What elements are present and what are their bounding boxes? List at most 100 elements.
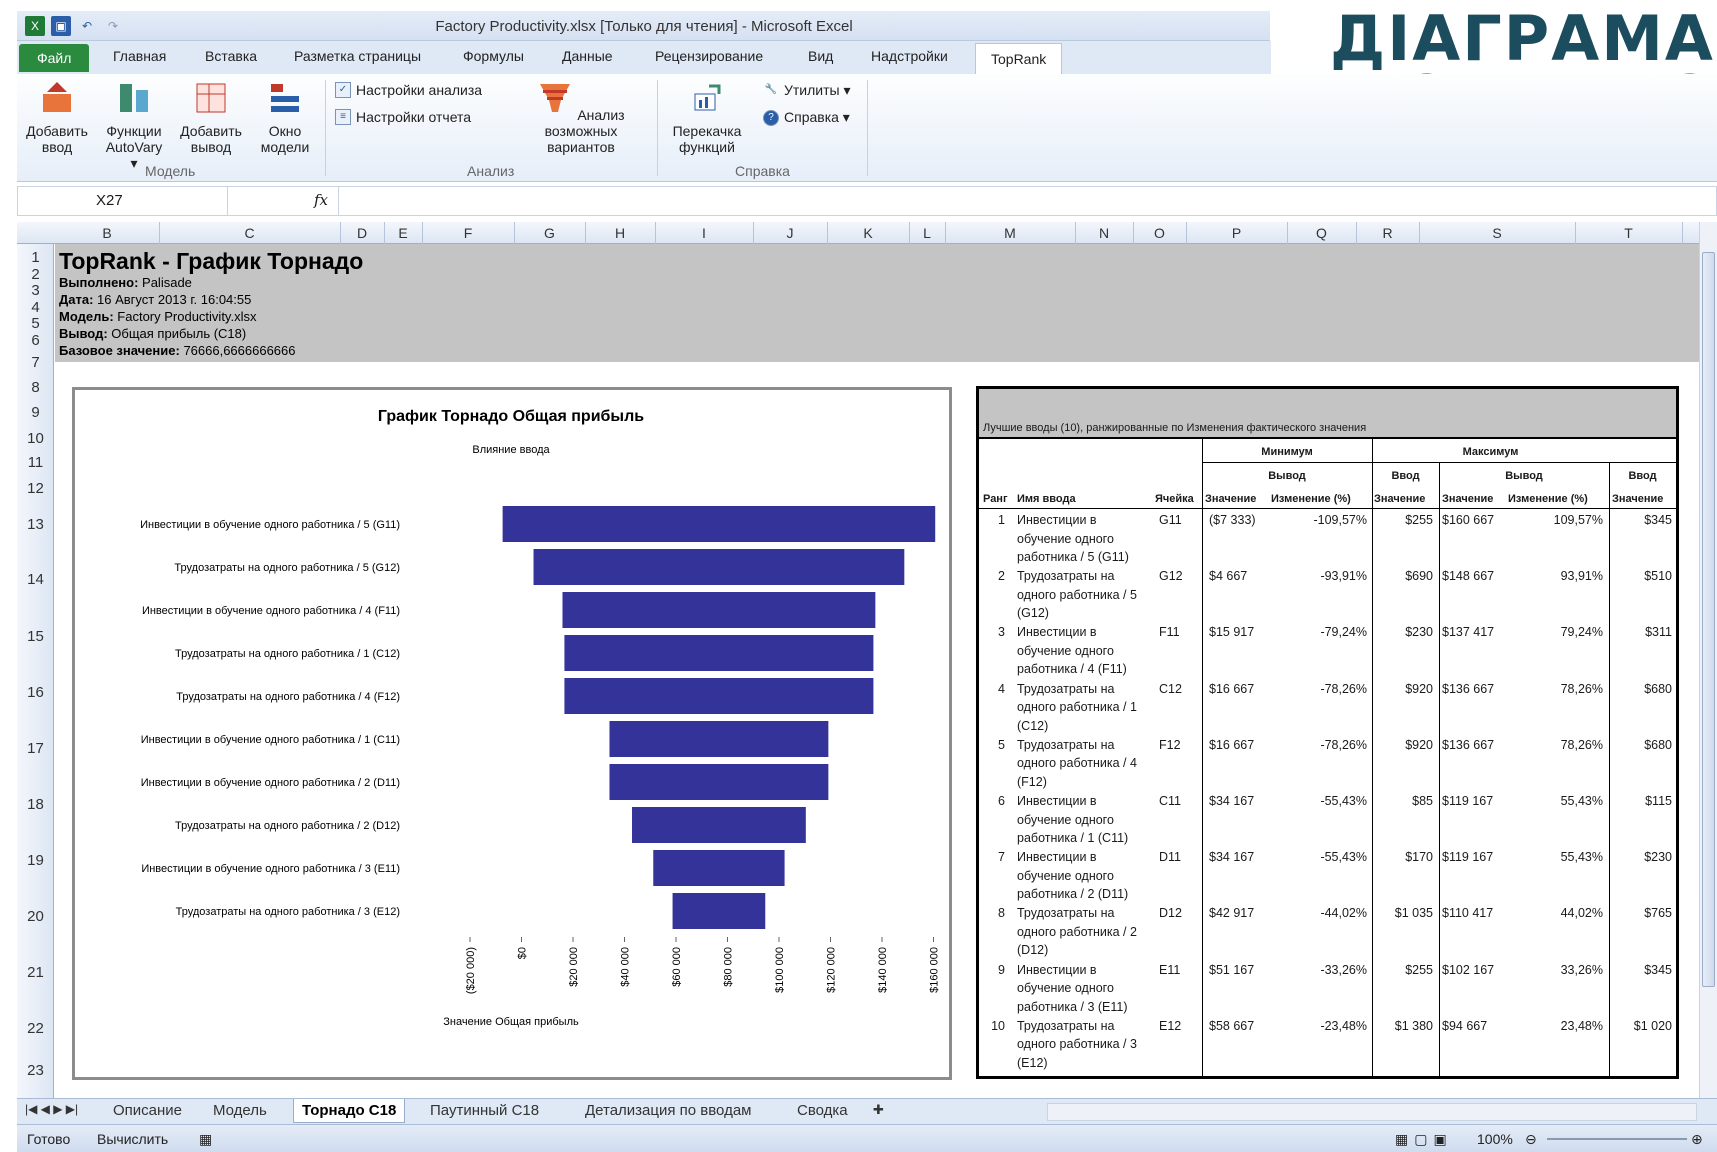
row-header-13[interactable]: 13 — [17, 516, 54, 533]
row-header-9[interactable]: 9 — [17, 404, 54, 421]
row-header-1[interactable]: 1 — [17, 249, 54, 266]
tab-home[interactable]: Главная — [113, 48, 166, 64]
tornado-bar[interactable] — [533, 549, 905, 585]
row-header-6[interactable]: 6 — [17, 332, 54, 349]
sheet-tab-input-detail[interactable]: Детализация по вводам — [585, 1102, 751, 1119]
table-caption: Лучшие вводы (10), ранжированные по Изме… — [983, 422, 1367, 434]
row-header-7[interactable]: 7 — [17, 354, 54, 371]
tornado-bar[interactable] — [609, 764, 829, 800]
zoom-out-icon[interactable]: ⊖ — [1525, 1131, 1537, 1148]
row-header-8[interactable]: 8 — [17, 379, 54, 396]
add-input-button[interactable]: Добавить ввод — [21, 80, 93, 155]
column-header-k[interactable]: K — [827, 225, 909, 241]
name-box[interactable]: X27 — [18, 187, 228, 215]
table-row: 4 Трудозатраты на одного работника / 1 (C… — [979, 680, 1676, 736]
row-header-14[interactable]: 14 — [17, 571, 54, 588]
tornado-bar[interactable] — [653, 850, 785, 886]
help-button[interactable]: ? Справка ▾ — [763, 109, 850, 126]
row-header-21[interactable]: 21 — [17, 964, 54, 981]
column-header-c[interactable]: C — [159, 225, 340, 241]
tornado-bar[interactable] — [609, 721, 829, 757]
tab-page-layout[interactable]: Разметка страницы — [294, 48, 421, 64]
tab-view[interactable]: Вид — [808, 48, 833, 64]
column-header-o[interactable]: O — [1133, 225, 1186, 241]
column-header-j[interactable]: J — [753, 225, 827, 241]
row-header-2[interactable]: 2 — [17, 266, 54, 283]
row-header-3[interactable]: 3 — [17, 282, 54, 299]
row-header-16[interactable]: 16 — [17, 684, 54, 701]
tab-data[interactable]: Данные — [562, 48, 613, 64]
sheet-tab-spider[interactable]: Паутинный C18 — [430, 1102, 539, 1119]
macro-record-icon[interactable]: ▦ — [199, 1131, 212, 1148]
tornado-bar[interactable] — [632, 807, 806, 843]
header-min-input-value: Значение — [1374, 493, 1426, 505]
tornado-bar[interactable] — [564, 678, 874, 714]
insert-sheet-icon[interactable]: ✚ — [873, 1102, 884, 1118]
tab-file[interactable]: Файл — [19, 44, 90, 72]
group-separator — [867, 80, 868, 176]
column-header-d[interactable]: D — [340, 225, 384, 241]
row-header-11[interactable]: 11 — [17, 454, 54, 471]
view-buttons[interactable]: ▦▢▣ — [1395, 1131, 1453, 1148]
column-header-s[interactable]: S — [1419, 225, 1575, 241]
column-header-n[interactable]: N — [1075, 225, 1133, 241]
zoom-in-icon[interactable]: ⊕ — [1691, 1131, 1703, 1148]
column-header-h[interactable]: H — [585, 225, 655, 241]
column-header-g[interactable]: G — [514, 225, 585, 241]
zoom-slider[interactable] — [1547, 1138, 1687, 1140]
report-settings-button[interactable]: ≡ Настройки отчета — [335, 109, 471, 125]
row-header-4[interactable]: 4 — [17, 299, 54, 316]
tornado-bar[interactable] — [672, 893, 766, 929]
row-header-18[interactable]: 18 — [17, 796, 54, 813]
row-header-12[interactable]: 12 — [17, 480, 54, 497]
zoom-level[interactable]: 100% — [1477, 1131, 1513, 1147]
column-header-i[interactable]: I — [655, 225, 753, 241]
row-header-19[interactable]: 19 — [17, 852, 54, 869]
autovary-button[interactable]: Функции AutoVary ▾ — [101, 80, 167, 171]
column-header-m[interactable]: M — [945, 225, 1075, 241]
column-divider[interactable] — [1682, 222, 1683, 244]
tab-addins[interactable]: Надстройки — [871, 48, 948, 64]
tornado-chart[interactable]: График Торнадо Общая прибыль Влияние вво… — [72, 387, 952, 1080]
tab-formulas[interactable]: Формулы — [463, 48, 524, 64]
column-header-l[interactable]: L — [909, 225, 945, 241]
vertical-scroll-thumb[interactable] — [1702, 252, 1715, 987]
utilities-button[interactable]: 🔧 Утилиты ▾ — [763, 82, 851, 99]
add-output-button[interactable]: Добавить вывод — [175, 80, 247, 155]
sheet-tab-summary[interactable]: Сводка — [797, 1102, 848, 1119]
column-header-p[interactable]: P — [1186, 225, 1287, 241]
fx-icon[interactable]: fx — [314, 191, 328, 209]
sheet-tab-description[interactable]: Описание — [113, 1102, 182, 1119]
row-header-23[interactable]: 23 — [17, 1062, 54, 1079]
tornado-bar[interactable] — [564, 635, 874, 671]
horizontal-scrollbar[interactable] — [1047, 1103, 1697, 1121]
tornado-bar[interactable] — [562, 592, 876, 628]
row-header-15[interactable]: 15 — [17, 628, 54, 645]
tab-toprank[interactable]: TopRank — [975, 43, 1063, 74]
row-header-10[interactable]: 10 — [17, 430, 54, 447]
column-header-q[interactable]: Q — [1287, 225, 1356, 241]
column-header-t[interactable]: T — [1575, 225, 1682, 241]
column-header-r[interactable]: R — [1356, 225, 1419, 241]
tab-review[interactable]: Рецензирование — [655, 48, 763, 64]
sheet-nav-arrows[interactable]: |◀ ◀ ▶ ▶| — [25, 1102, 78, 1116]
table-row: 5 Трудозатраты на одного работника / 4 (F… — [979, 736, 1676, 792]
model-window-button[interactable]: Окно модели — [257, 80, 313, 155]
tornado-bar[interactable] — [502, 506, 936, 542]
row-header-5[interactable]: 5 — [17, 315, 54, 332]
row-header-20[interactable]: 20 — [17, 908, 54, 925]
column-header-e[interactable]: E — [384, 225, 422, 241]
status-calculate[interactable]: Вычислить — [97, 1131, 168, 1147]
what-if-button[interactable]: Анализ возможных вариантов — [511, 80, 651, 155]
tab-insert[interactable]: Вставка — [205, 48, 257, 64]
swap-functions-button[interactable]: Перекачка функций — [665, 80, 749, 155]
row-header-22[interactable]: 22 — [17, 1020, 54, 1037]
sheet-tab-tornado[interactable]: Торнадо C18 — [293, 1099, 406, 1123]
vertical-scrollbar[interactable] — [1699, 222, 1717, 1098]
analysis-settings-button[interactable]: ✓ Настройки анализа — [335, 82, 482, 98]
sheet-tab-model[interactable]: Модель — [213, 1102, 267, 1119]
column-header-f[interactable]: F — [422, 225, 514, 241]
cell-name: Трудозатраты на одного работника / 1 (C1… — [1017, 681, 1137, 733]
column-header-b[interactable]: B — [55, 225, 159, 241]
row-header-17[interactable]: 17 — [17, 740, 54, 757]
